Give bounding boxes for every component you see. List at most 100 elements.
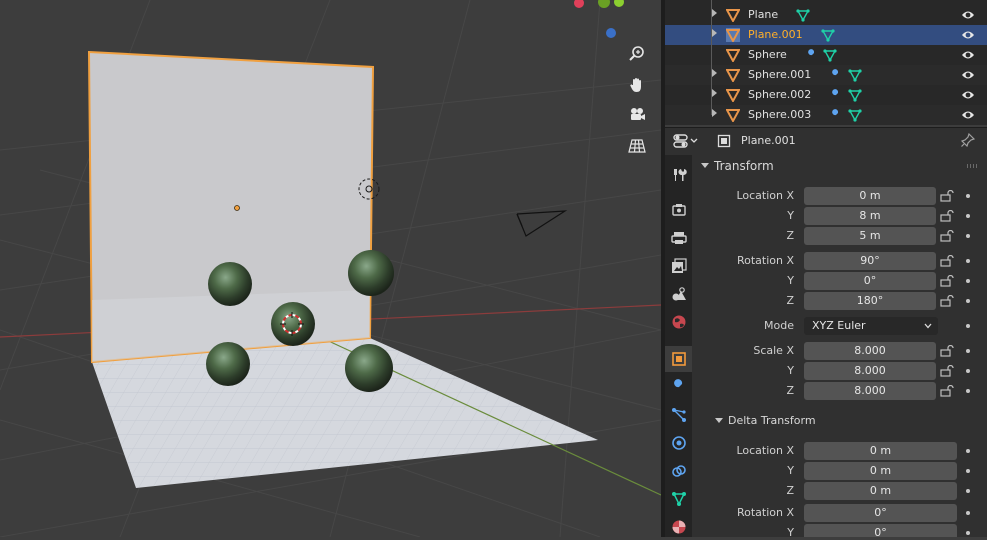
mesh-data-icon[interactable] (821, 28, 835, 42)
outliner-item-name[interactable]: Sphere.001 (748, 68, 811, 81)
keyframe-dot-icon[interactable] (966, 234, 970, 238)
mesh-data-icon[interactable] (796, 8, 810, 22)
zoom-button[interactable] (624, 41, 650, 67)
delta-location-x-field[interactable]: 0 m (804, 442, 957, 460)
lock-icon[interactable] (940, 230, 954, 242)
delta-location-z-field[interactable]: 0 m (804, 482, 957, 500)
delta-location-y-field[interactable]: 0 m (804, 462, 957, 480)
keyframe-dot-icon[interactable] (966, 389, 970, 393)
keyframe-dot-icon[interactable] (966, 369, 970, 373)
transform-panel-header[interactable]: Transform (692, 155, 987, 177)
delta-rotation-y-field[interactable]: 0° (804, 524, 957, 537)
keyframe-dot-icon[interactable] (966, 449, 970, 453)
ortho-toggle-button[interactable] (624, 133, 650, 159)
keyframe-dot-icon[interactable] (966, 469, 970, 473)
outliner-item-name[interactable]: Sphere (748, 48, 787, 61)
camera-object[interactable] (516, 210, 568, 237)
outliner-item-name[interactable]: Sphere.003 (748, 108, 811, 121)
pin-icon[interactable] (961, 133, 975, 147)
mesh-data-icon[interactable] (848, 68, 862, 82)
keyframe-dot-icon[interactable] (966, 511, 970, 515)
tab-data[interactable] (665, 486, 692, 512)
visibility-eye-icon[interactable] (961, 9, 975, 21)
modifier-wrench-icon[interactable] (828, 88, 842, 102)
pan-button[interactable] (624, 72, 650, 98)
modifier-wrench-icon[interactable] (804, 48, 818, 62)
expand-arrow-icon[interactable] (712, 109, 717, 117)
tab-world[interactable] (665, 309, 692, 335)
outliner-row-sphere[interactable]: Sphere (665, 45, 987, 65)
visibility-eye-icon[interactable] (961, 89, 975, 101)
keyframe-dot-icon[interactable] (966, 259, 970, 263)
mesh-data-icon[interactable] (848, 108, 862, 122)
visibility-eye-icon[interactable] (961, 49, 975, 61)
tab-scene[interactable] (665, 281, 692, 307)
scale-z-field[interactable]: 8.000 (804, 382, 936, 400)
panel-drag-grip-icon[interactable] (967, 164, 977, 168)
outliner-row-sphere-003[interactable]: Sphere.003 (665, 105, 987, 125)
keyframe-dot-icon[interactable] (966, 324, 970, 328)
collapse-arrow-icon[interactable] (701, 163, 709, 168)
expand-arrow-icon[interactable] (712, 69, 717, 77)
keyframe-dot-icon[interactable] (966, 489, 970, 493)
outliner[interactable]: Plane Plane.001 Sphere Sphere.001 Sphere… (665, 0, 987, 125)
lock-icon[interactable] (940, 190, 954, 202)
mesh-data-icon[interactable] (848, 88, 862, 102)
keyframe-dot-icon[interactable] (966, 349, 970, 353)
rotation-z-field[interactable]: 180° (804, 292, 936, 310)
outliner-row-sphere-002[interactable]: Sphere.002 (665, 85, 987, 105)
delta-transform-panel-header[interactable]: Delta Transform (706, 410, 987, 432)
gizmo-y-axis-positive[interactable] (614, 0, 624, 7)
lock-icon[interactable] (940, 345, 954, 357)
keyframe-dot-icon[interactable] (966, 194, 970, 198)
modifier-wrench-icon[interactable] (828, 108, 842, 122)
outliner-item-name[interactable]: Plane.001 (748, 28, 803, 41)
lock-icon[interactable] (940, 210, 954, 222)
visibility-eye-icon[interactable] (961, 69, 975, 81)
rotation-mode-dropdown[interactable]: XYZ Euler (804, 317, 938, 335)
editor-type-dropdown[interactable] (673, 133, 701, 149)
keyframe-dot-icon[interactable] (966, 299, 970, 303)
collapse-arrow-icon[interactable] (715, 418, 723, 423)
gizmo-x-axis[interactable] (574, 0, 584, 8)
outliner-item-name[interactable]: Plane (748, 8, 778, 21)
tab-render[interactable] (665, 197, 692, 223)
location-z-field[interactable]: 5 m (804, 227, 936, 245)
mesh-data-icon[interactable] (823, 48, 837, 62)
tab-output[interactable] (665, 225, 692, 251)
viewport-scene[interactable] (0, 0, 661, 537)
lock-icon[interactable] (940, 365, 954, 377)
tab-object[interactable] (665, 346, 692, 372)
visibility-eye-icon[interactable] (961, 109, 975, 121)
keyframe-dot-icon[interactable] (966, 279, 970, 283)
lock-icon[interactable] (940, 255, 954, 267)
gizmo-z-axis-negative[interactable] (606, 28, 616, 38)
expand-arrow-icon[interactable] (712, 9, 717, 17)
outliner-item-name[interactable]: Sphere.002 (748, 88, 811, 101)
location-x-field[interactable]: 0 m (804, 187, 936, 205)
visibility-eye-icon[interactable] (961, 29, 975, 41)
expand-arrow-icon[interactable] (712, 89, 717, 97)
rotation-y-field[interactable]: 0° (804, 272, 936, 290)
tab-modifiers[interactable] (665, 374, 692, 400)
modifier-wrench-icon[interactable] (828, 68, 842, 82)
lock-icon[interactable] (940, 385, 954, 397)
outliner-row-plane-001[interactable]: Plane.001 (665, 25, 987, 45)
lock-icon[interactable] (940, 275, 954, 287)
location-y-field[interactable]: 8 m (804, 207, 936, 225)
keyframe-dot-icon[interactable] (966, 214, 970, 218)
scale-x-field[interactable]: 8.000 (804, 342, 936, 360)
tab-constraints[interactable] (665, 458, 692, 484)
delta-rotation-x-field[interactable]: 0° (804, 504, 957, 522)
expand-arrow-icon[interactable] (712, 29, 717, 37)
tab-view-layer[interactable] (665, 253, 692, 279)
tab-particles[interactable] (665, 402, 692, 428)
rotation-x-field[interactable]: 90° (804, 252, 936, 270)
outliner-row-plane[interactable]: Plane (665, 5, 987, 25)
outliner-row-sphere-001[interactable]: Sphere.001 (665, 65, 987, 85)
camera-view-button[interactable] (624, 102, 650, 128)
tab-material[interactable] (665, 514, 692, 540)
keyframe-dot-icon[interactable] (966, 531, 970, 535)
scale-y-field[interactable]: 8.000 (804, 362, 936, 380)
tab-physics[interactable] (665, 430, 692, 456)
